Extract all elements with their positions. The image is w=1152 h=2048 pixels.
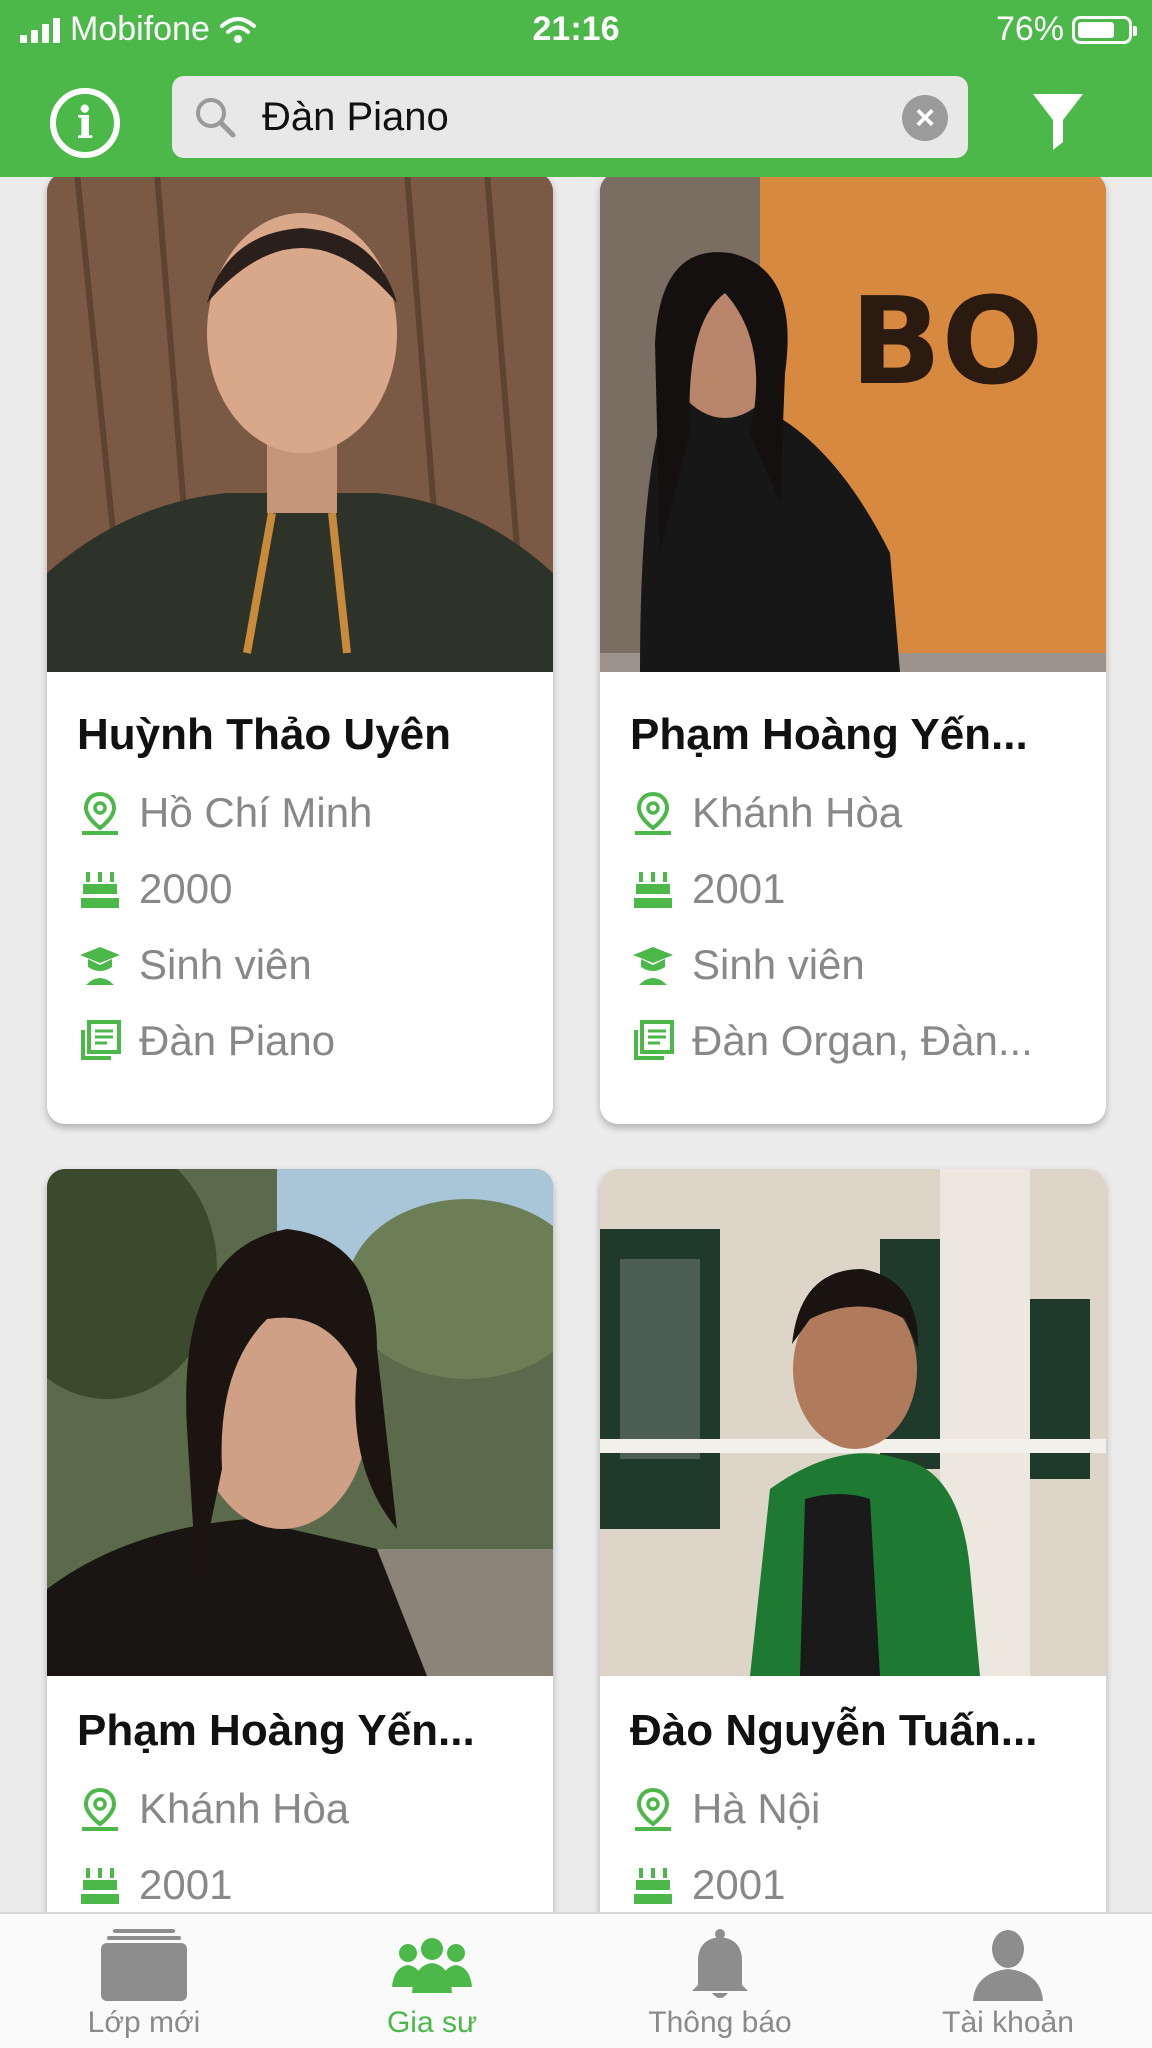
tutor-photo	[47, 177, 553, 672]
top-bar: Mobifone 21:16 76% i ×	[0, 0, 1152, 177]
tab-label: Tài khoản	[942, 2006, 1074, 2039]
cake-icon	[630, 1862, 676, 1908]
info-icon: i	[76, 97, 94, 149]
battery-icon	[1072, 15, 1137, 44]
occupation-row: Sinh viên	[630, 940, 1072, 990]
tutor-name: Phạm Hoàng Yến...	[77, 1706, 475, 1755]
subjects-row: Đàn Organ, Đàn...	[630, 1016, 1072, 1066]
location-pin-icon	[77, 790, 123, 836]
cake-icon	[630, 866, 676, 912]
location-row: Hồ Chí Minh	[77, 788, 519, 838]
search-bar: ×	[172, 76, 968, 158]
tab-label: Lớp mới	[87, 2006, 201, 2039]
svg-text:BO: BO	[850, 273, 1043, 412]
close-icon: ×	[915, 99, 935, 137]
tab-label: Thông báo	[648, 2006, 792, 2039]
filter-icon[interactable]	[1030, 90, 1086, 154]
tab-label: Gia sư	[386, 2006, 478, 2039]
tutor-card[interactable]: Phạm Hoàng Yến... Khánh Hòa 2001	[47, 1169, 553, 1912]
birth-year-row: 2000	[77, 864, 519, 914]
bottom-tab-bar: Lớp mới Gia sư Thông báo Tài khoản	[0, 1912, 1152, 2048]
book-icon	[77, 1018, 123, 1064]
cake-icon	[77, 866, 123, 912]
location-row: Khánh Hòa	[77, 1784, 519, 1834]
tutor-name: Phạm Hoàng Yến...	[630, 710, 1028, 759]
location-row: Khánh Hòa	[630, 788, 1072, 838]
location-pin-icon	[630, 790, 676, 836]
subjects-row: Đàn Piano	[77, 1016, 519, 1066]
occupation-row: Sinh viên	[77, 940, 519, 990]
tutor-grid[interactable]: Huỳnh Thảo Uyên Hồ Chí Minh 2000 Sinh vi…	[0, 177, 1152, 1912]
location-pin-icon	[77, 1786, 123, 1832]
bell-icon	[692, 1929, 748, 1998]
graduation-cap-icon	[77, 942, 123, 988]
graduation-cap-icon	[630, 942, 676, 988]
battery-percent: 76%	[995, 10, 1064, 48]
tutor-photo	[47, 1169, 553, 1676]
tutor-photo: BO	[600, 177, 1106, 672]
cake-icon	[77, 1862, 123, 1908]
tab-thong-bao[interactable]: Thông báo	[576, 1914, 864, 2048]
tutor-photo	[600, 1169, 1106, 1676]
person-icon	[973, 1930, 1043, 2001]
book-icon	[630, 1018, 676, 1064]
birth-year-row: 2001	[77, 1860, 519, 1910]
birth-year-row: 2001	[630, 864, 1072, 914]
location-row: Hà Nội	[630, 1784, 1072, 1834]
clear-search-button[interactable]: ×	[902, 95, 948, 141]
birth-year-row: 2001	[630, 1860, 1072, 1910]
folder-icon	[101, 1929, 187, 2001]
tutor-name: Huỳnh Thảo Uyên	[77, 710, 452, 759]
tab-lop-moi[interactable]: Lớp mới	[0, 1914, 288, 2048]
search-icon	[196, 98, 236, 138]
status-bar: Mobifone 21:16 76%	[0, 0, 1152, 58]
tab-gia-su[interactable]: Gia sư	[288, 1914, 576, 2048]
clock: 21:16	[532, 10, 620, 48]
tab-tai-khoan[interactable]: Tài khoản	[864, 1914, 1152, 2048]
location-pin-icon	[630, 1786, 676, 1832]
tutor-name: Đào Nguyễn Tuấn...	[630, 1706, 1038, 1755]
app-root: Mobifone 21:16 76% i ×	[0, 0, 1152, 2048]
search-input[interactable]	[262, 76, 862, 158]
tutor-card[interactable]: Huỳnh Thảo Uyên Hồ Chí Minh 2000 Sinh vi…	[47, 177, 553, 1124]
tutor-card[interactable]: BO Phạm Hoàng Yến... Khánh Hòa 2001 Sinh…	[600, 177, 1106, 1124]
group-icon	[392, 1938, 472, 1993]
info-button[interactable]: i	[50, 88, 120, 158]
tutor-card[interactable]: Đào Nguyễn Tuấn... Hà Nội 2001	[600, 1169, 1106, 1912]
